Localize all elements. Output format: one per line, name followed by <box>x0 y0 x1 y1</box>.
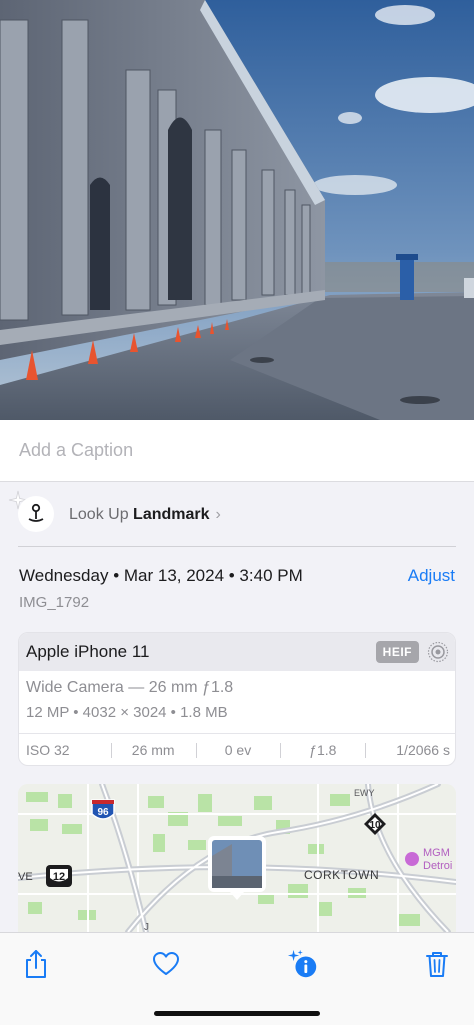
map-label-street: EWY <box>354 788 375 798</box>
share-icon <box>26 950 46 978</box>
map-canvas: 96 12 10 CORKTOWN EWY VE J MGM Detroi <box>18 784 456 932</box>
bottom-toolbar <box>0 932 474 1025</box>
landmark-icon <box>18 496 54 532</box>
camera-info-card: Apple iPhone 11 HEIF Wide Camera — 26 mm… <box>18 632 456 766</box>
exif-shutter-speed: 1/2066 s <box>365 734 455 765</box>
divider <box>18 546 456 547</box>
photo-info-panel: Look Up Landmark › Wednesday • Mar 13, 20… <box>0 482 474 932</box>
caption-field[interactable]: Add a Caption <box>0 420 474 482</box>
poi-label-line1: MGM <box>423 847 450 859</box>
us-12-label: 12 <box>53 871 65 883</box>
info-sparkle-icon <box>287 949 317 978</box>
caption-placeholder: Add a Caption <box>19 440 134 460</box>
look-up-label: Look Up Landmark › <box>69 506 221 524</box>
exif-row: ISO 32 26 mm 0 ev ƒ1.8 1/2066 s <box>19 734 455 765</box>
map-label-bottom: J <box>144 922 149 932</box>
device-name: Apple iPhone 11 <box>26 642 150 661</box>
photo-info-screen: Add a Caption Look Up Landmark › Wednesda… <box>0 0 474 1025</box>
heart-icon <box>153 952 179 975</box>
trash-icon <box>426 952 448 977</box>
location-map[interactable]: 96 12 10 CORKTOWN EWY VE J MGM Detroi <box>18 784 456 932</box>
casino-poi-icon[interactable] <box>405 852 419 866</box>
exif-aperture: ƒ1.8 <box>280 734 365 765</box>
photo-location-pin[interactable] <box>208 836 266 900</box>
map-label-corktown: CORKTOWN <box>304 868 379 882</box>
lens-info: Wide Camera — 26 mm ƒ1.8 <box>26 679 234 696</box>
info-button[interactable] <box>286 947 320 981</box>
exif-exposure-bias: 0 ev <box>195 734 281 765</box>
photo-preview[interactable] <box>0 0 474 420</box>
live-photo-icon <box>427 641 449 663</box>
us-12-shield: 12 <box>46 865 72 887</box>
home-indicator <box>154 1011 320 1016</box>
look-up-prefix: Look Up <box>69 506 129 523</box>
image-specs: 12 MP • 4032 × 3024 • 1.8 MB <box>26 704 228 721</box>
landmark-photo <box>0 0 474 420</box>
interstate-96-label: 96 <box>97 807 109 818</box>
delete-button[interactable] <box>420 947 454 981</box>
exif-focal-length: 26 mm <box>110 734 196 765</box>
file-name: IMG_1792 <box>19 594 90 611</box>
format-badge: HEIF <box>375 641 419 663</box>
share-button[interactable] <box>19 947 53 981</box>
interstate-96-shield: 96 <box>91 799 115 820</box>
capture-date: Wednesday • Mar 13, 2024 • 3:40 PM <box>19 566 303 585</box>
favorite-button[interactable] <box>149 947 183 981</box>
camera-header: Apple iPhone 11 HEIF <box>19 633 455 671</box>
map-label-edge: VE <box>18 871 33 883</box>
adjust-date-button[interactable]: Adjust <box>408 566 455 586</box>
look-up-landmark-row[interactable]: Look Up Landmark › <box>18 496 456 546</box>
chevron-right-icon: › <box>215 506 221 523</box>
m-10-label: 10 <box>369 820 381 831</box>
poi-label-line2: Detroi <box>423 860 452 872</box>
exif-iso: ISO 32 <box>26 742 70 758</box>
look-up-subject: Landmark <box>133 506 210 523</box>
